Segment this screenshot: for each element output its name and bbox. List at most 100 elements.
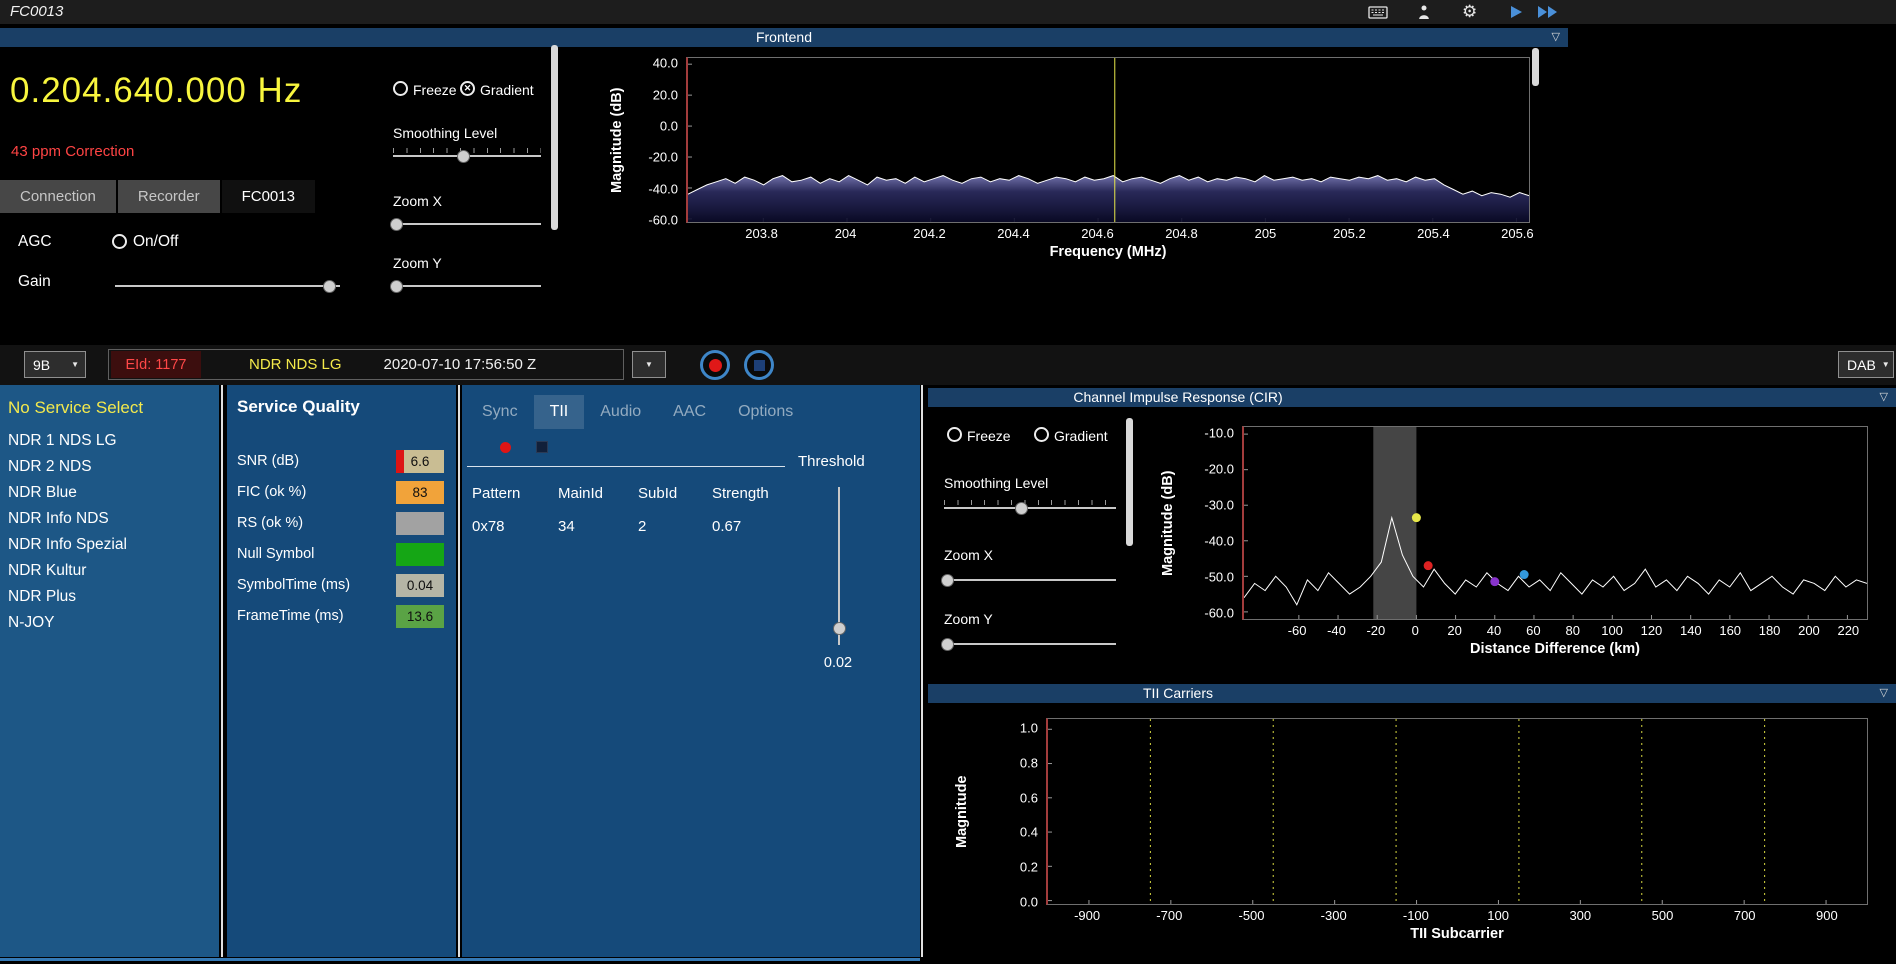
x-tick-label: 204.8 <box>1165 226 1198 241</box>
gain-slider-handle[interactable] <box>322 279 336 293</box>
slider-track[interactable] <box>393 285 541 287</box>
tii-x-axis-label: TII Subcarrier <box>1410 926 1504 942</box>
splitter-handle[interactable] <box>221 385 223 957</box>
x-tick-label: 40 <box>1486 623 1502 638</box>
channel-selector[interactable]: 9B ▼ <box>24 351 86 378</box>
gain-slider-track[interactable] <box>115 285 340 287</box>
service-list-item[interactable]: N-JOY <box>0 610 219 636</box>
tii-table-header-row: Pattern MainId SubId Strength <box>472 485 816 502</box>
tii-carriers-chart: Magnitude 1.0 0.8 0.6 0.4 0.2 0.0 -900 -700 -50… <box>940 718 1868 949</box>
service-list-item[interactable]: NDR Info NDS <box>0 506 219 532</box>
service-list-item[interactable]: NDR 1 NDS LG <box>0 428 219 454</box>
cir-freeze-radio[interactable] <box>947 427 962 442</box>
x-tick-label: 20 <box>1447 623 1462 638</box>
frontend-plot-scrollbar[interactable] <box>1532 48 1539 86</box>
quality-label: RS (ok %) <box>237 515 304 531</box>
cir-zoomx-slider[interactable] <box>941 571 1116 587</box>
slider-track[interactable] <box>393 223 541 225</box>
chevron-down-icon: ▼ <box>71 360 79 369</box>
quality-label: Null Symbol <box>237 546 315 562</box>
keyboard-icon[interactable] <box>1368 4 1388 25</box>
cir-controls-scrollbar[interactable] <box>1126 418 1133 546</box>
quality-value-bar <box>396 511 444 535</box>
service-list-item[interactable]: NDR 2 NDS <box>0 454 219 480</box>
tii-collapse-icon[interactable]: ▽ <box>1880 684 1888 703</box>
cir-collapse-icon[interactable]: ▽ <box>1880 388 1888 407</box>
splitter-handle[interactable] <box>458 385 460 957</box>
x-tick-label: -500 <box>1238 908 1265 923</box>
slider-handle[interactable] <box>941 637 955 651</box>
cir-freeze-label: Freeze <box>967 428 1011 444</box>
x-tick-label: -40 <box>1327 623 1346 638</box>
front-x-ticks: 203.8 204 204.2 204.4 204.6 204.8 205 205.2 205.… <box>686 223 1533 241</box>
slider-handle[interactable] <box>1015 501 1029 515</box>
frontend-zoomx-slider[interactable] <box>389 215 541 231</box>
cir-x-ticks: -60 -40 -20 0 20 40 60 80 100 120 140 160 180 200 220 <box>1242 620 1868 638</box>
tuner-pane: 0.204.640.000 Hz 43 ppm Correction Conne… <box>0 47 385 345</box>
service-list-item[interactable]: NDR Info Spezial <box>0 532 219 558</box>
bottom-section: No Service Select NDR 1 NDS LG NDR 2 NDS N… <box>0 385 1896 964</box>
x-tick-label: 900 <box>1816 908 1838 923</box>
threshold-slider-handle[interactable] <box>832 622 846 636</box>
slider-handle[interactable] <box>941 573 955 587</box>
frontend-gradient-radio[interactable] <box>460 81 475 96</box>
service-list-item[interactable]: NDR Blue <box>0 480 219 506</box>
play-icon[interactable] <box>1508 4 1524 25</box>
frontend-gradient-label: Gradient <box>480 82 534 98</box>
cir-zoomy-slider[interactable] <box>941 635 1116 651</box>
application-window: FC0013 ⚙ Frontend ▽ 0.204.640.000 Hz 43 … <box>0 0 1896 964</box>
decoder-tab-sync[interactable]: Sync <box>466 395 534 429</box>
mode-selector[interactable]: DAB ▼ <box>1838 351 1894 378</box>
decoder-tab-options[interactable]: Options <box>722 395 809 429</box>
frontend-controls-scrollbar[interactable] <box>551 45 558 230</box>
decoder-pane: Sync TII Audio AAC Options Pattern MainId SubI… <box>462 385 920 957</box>
frontend-zoomy-slider[interactable] <box>389 277 541 293</box>
cir-smoothing-slider[interactable] <box>944 499 1116 515</box>
frontend-freeze-radio[interactable] <box>393 81 408 96</box>
service-list-item[interactable]: NDR Kultur <box>0 558 219 584</box>
tuner-tab-connection[interactable]: Connection <box>0 180 116 213</box>
cir-plot-area <box>1242 426 1868 620</box>
frontend-plot-area <box>686 57 1530 223</box>
decoder-tab-aac[interactable]: AAC <box>657 395 722 429</box>
gain-slider[interactable] <box>115 277 340 293</box>
station-dropdown-button[interactable]: ▼ <box>632 351 666 378</box>
x-tick-label: 204.6 <box>1081 226 1114 241</box>
agc-radio[interactable] <box>112 234 127 249</box>
x-tick-label: 140 <box>1679 623 1702 638</box>
info-icon[interactable] <box>1417 4 1431 26</box>
record-button[interactable] <box>700 350 730 380</box>
tii-table-header: SubId <box>638 485 678 502</box>
slider-handle[interactable] <box>389 279 403 293</box>
tuner-tab-recorder[interactable]: Recorder <box>117 180 220 213</box>
slider-track[interactable] <box>944 579 1116 581</box>
tuner-tab-fc0013[interactable]: FC0013 <box>221 180 315 213</box>
frontend-zoomx-label: Zoom X <box>393 193 443 209</box>
ppm-correction-label: 43 ppm Correction <box>11 143 135 160</box>
x-tick-label: 203.8 <box>745 226 778 241</box>
slider-track[interactable] <box>944 643 1116 645</box>
service-list-item[interactable]: NDR Plus <box>0 584 219 610</box>
stop-button[interactable] <box>744 350 774 380</box>
slider-handle[interactable] <box>456 149 470 163</box>
service-list-header: No Service Select <box>8 398 144 417</box>
frontend-smoothing-slider[interactable] <box>393 147 541 163</box>
splitter-handle[interactable] <box>921 385 923 957</box>
x-tick-label: 204 <box>834 226 857 241</box>
settings-gear-icon[interactable]: ⚙ <box>1462 0 1477 24</box>
tii-y-ticks: 1.0 0.8 0.6 0.4 0.2 0.0 <box>984 718 1046 909</box>
slider-handle[interactable] <box>389 217 403 231</box>
fast-forward-icon[interactable] <box>1536 4 1560 25</box>
threshold-slider[interactable] <box>832 487 846 645</box>
y-tick-label: 0.0 <box>1019 894 1038 910</box>
front-y-ticks: 40.0 20.0 0.0 -20.0 -40.0 -60.0 <box>634 56 686 228</box>
quality-row: FrameTime (ms) 13.6 <box>237 604 444 628</box>
plots-pane: Channel Impulse Response (CIR) ▽ Freeze … <box>928 385 1896 964</box>
slider-track[interactable] <box>944 507 1116 509</box>
frontend-x-axis-label: Frequency (MHz) <box>1049 244 1167 260</box>
cir-gradient-radio[interactable] <box>1034 427 1049 442</box>
frontend-spectrum-canvas <box>688 58 1529 222</box>
decoder-tab-tii[interactable]: TII <box>533 395 585 429</box>
frontend-collapse-icon[interactable]: ▽ <box>1552 28 1560 47</box>
decoder-tab-audio[interactable]: Audio <box>584 395 657 429</box>
